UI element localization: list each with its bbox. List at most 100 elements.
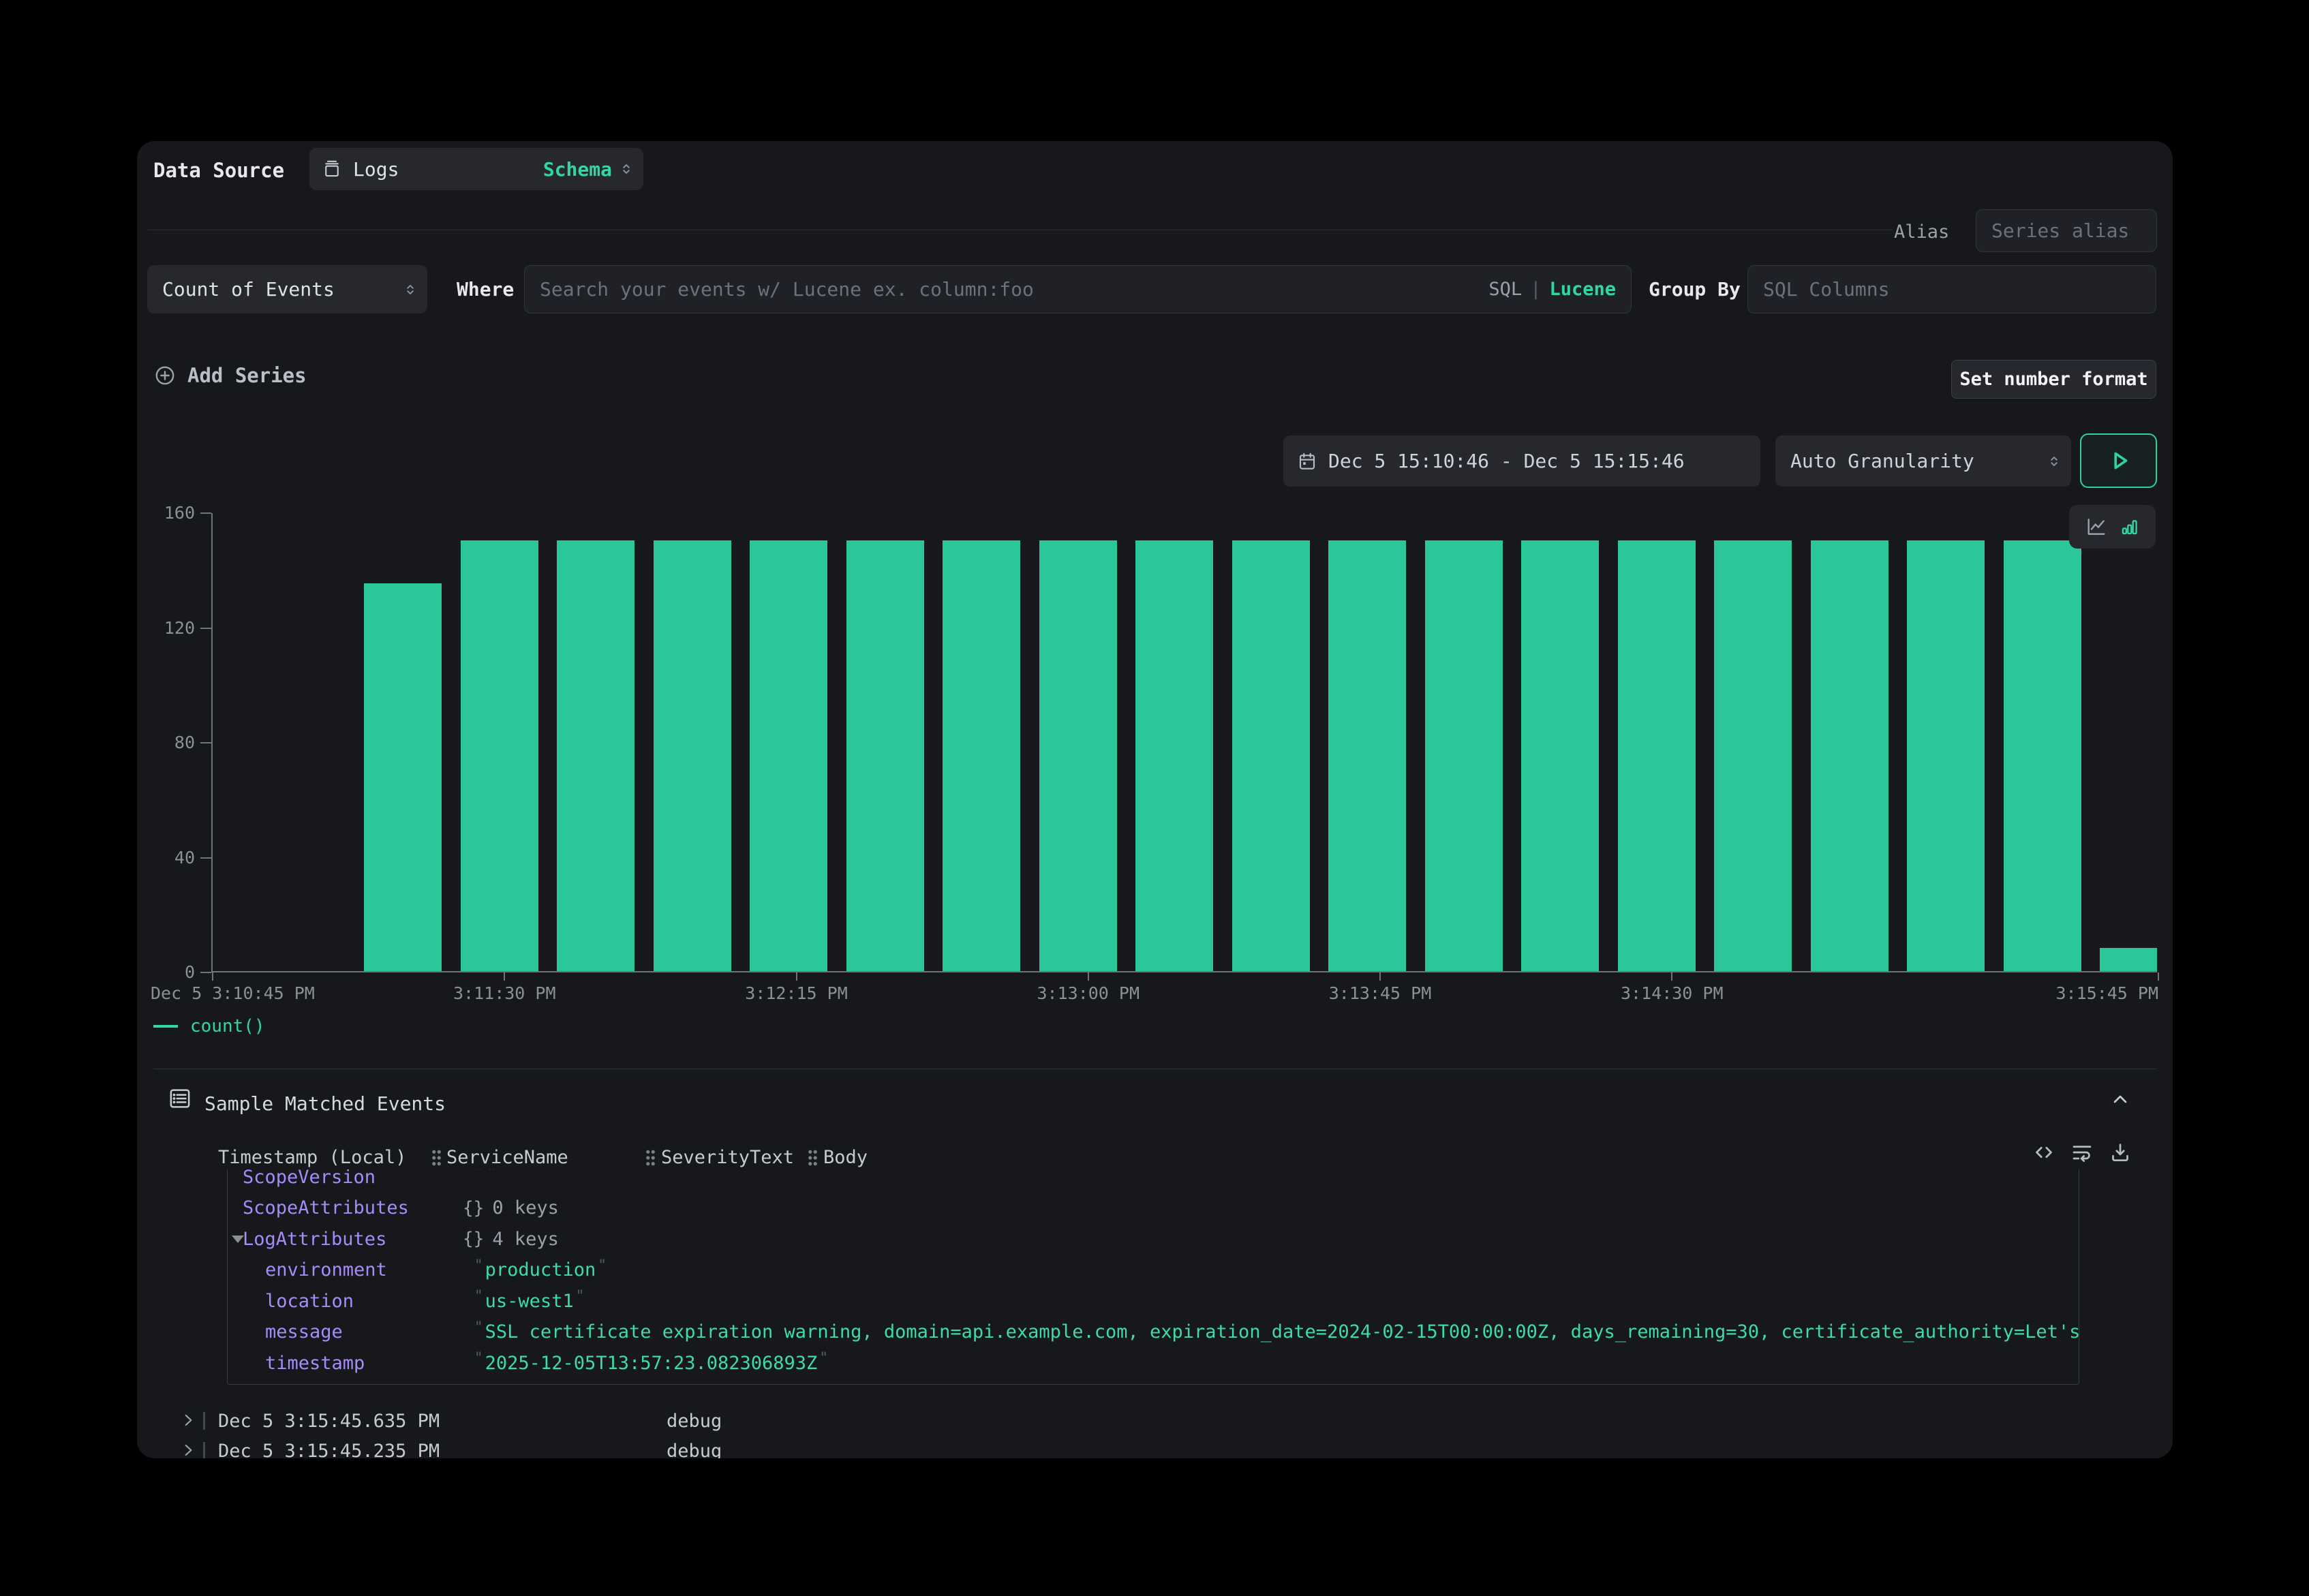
event-field-row[interactable]: message"SSL certificate expiration warni… <box>228 1317 2079 1348</box>
data-source-value: Logs <box>353 158 399 181</box>
time-range-picker[interactable]: Dec 5 15:10:46 - Dec 5 15:15:46 <box>1283 435 1760 487</box>
chart-bar[interactable] <box>943 540 1020 971</box>
bars-container <box>213 513 2157 971</box>
x-tick-mark <box>2158 972 2159 981</box>
column-header-body[interactable]: Body <box>823 1147 868 1168</box>
keys-count: 0 keys <box>492 1197 559 1218</box>
column-drag-handle-icon[interactable] <box>431 1149 442 1167</box>
chevron-updown-icon <box>401 281 419 298</box>
chart-bar[interactable] <box>2100 948 2157 971</box>
run-query-button[interactable] <box>2080 433 2157 488</box>
chart-bar[interactable] <box>2004 540 2081 971</box>
chart-bar[interactable] <box>1618 540 1696 971</box>
chart-bar[interactable] <box>1521 540 1599 971</box>
search-input[interactable] <box>525 266 1631 313</box>
event-field-row[interactable]: ScopeAttributes{}0 keys <box>228 1193 2079 1224</box>
chevron-right-icon[interactable] <box>179 1411 197 1429</box>
add-series-label: Add Series <box>187 364 307 387</box>
set-number-format-button[interactable]: Set number format <box>1951 360 2156 399</box>
x-tick-label: 3:13:45 PM <box>1329 983 1432 1003</box>
chart-bar[interactable] <box>1811 540 1889 971</box>
column-header-severitytext[interactable]: SeverityText <box>661 1147 794 1168</box>
chart-bar[interactable] <box>1714 540 1792 971</box>
event-row[interactable]: Dec 5 3:15:45.235 PMdebug <box>137 1436 2173 1458</box>
chart-type-toggle <box>2069 505 2156 549</box>
severity-indicator-bar <box>203 1442 205 1458</box>
column-drag-handle-icon[interactable] <box>645 1149 656 1167</box>
x-tick-label: 3:13:00 PM <box>1037 983 1140 1003</box>
y-tick-label: 160 <box>137 502 195 524</box>
x-tick-label: 3:14:30 PM <box>1621 983 1724 1003</box>
group-by-input-box <box>1747 265 2156 313</box>
line-chart-icon[interactable] <box>2085 515 2108 538</box>
chart-legend[interactable]: count() <box>153 1016 265 1037</box>
aggregation-select[interactable]: Count of Events <box>147 265 427 313</box>
download-icon[interactable] <box>2108 1140 2132 1165</box>
y-tick-mark <box>200 628 211 629</box>
query-language-toggle[interactable]: SQL | Lucene <box>1488 266 1616 313</box>
chart-bar[interactable] <box>846 540 924 971</box>
collapse-section-button[interactable] <box>2109 1088 2131 1113</box>
code-icon[interactable] <box>2032 1140 2056 1165</box>
chart-bar[interactable] <box>1135 540 1213 971</box>
event-timestamp: Dec 5 3:15:45.635 PM <box>218 1411 440 1432</box>
x-tick-mark <box>1379 972 1381 981</box>
chart-bar[interactable] <box>1328 540 1406 971</box>
chart-bar[interactable] <box>1232 540 1310 971</box>
database-icon <box>322 159 342 179</box>
schema-toggle[interactable]: Schema <box>543 158 612 181</box>
data-source-label: Data Source <box>153 159 284 182</box>
field-value: "production" <box>474 1259 607 1280</box>
chart-bar[interactable] <box>1425 540 1503 971</box>
wrap-text-icon[interactable] <box>2070 1140 2094 1165</box>
sql-option[interactable]: SQL <box>1488 279 1522 300</box>
event-row[interactable]: Dec 5 3:15:45.635 PM debug <box>137 1406 2173 1436</box>
event-field-row[interactable]: timestamp"2025-12-05T13:57:23.082306893Z… <box>228 1347 2079 1379</box>
column-header-servicename[interactable]: ServiceName <box>446 1147 568 1168</box>
y-tick-mark <box>200 742 211 743</box>
field-key: message <box>265 1321 343 1342</box>
chevron-right-icon[interactable] <box>179 1441 197 1458</box>
chart-bar[interactable] <box>1907 540 1985 971</box>
chart-bar[interactable] <box>557 540 634 971</box>
x-tick-mark <box>796 972 797 981</box>
legend-label: count() <box>190 1016 265 1037</box>
event-field-row[interactable]: location"us-west1" <box>228 1285 2079 1317</box>
chart-bar[interactable] <box>461 540 538 971</box>
where-label: Where <box>457 278 514 301</box>
x-tick-mark <box>504 972 505 981</box>
events-table-toolbar <box>2032 1140 2132 1165</box>
language-separator: | <box>1530 279 1541 300</box>
chart-bar[interactable] <box>654 540 731 971</box>
braces-icon: {} <box>463 1229 484 1249</box>
event-field-row[interactable]: environment "production" <box>228 1255 2079 1286</box>
time-range-value: Dec 5 15:10:46 - Dec 5 15:15:46 <box>1328 450 1685 472</box>
add-series-button[interactable]: Add Series <box>153 360 307 390</box>
field-key: environment <box>265 1259 387 1280</box>
chart-bar[interactable] <box>364 583 442 971</box>
calendar-icon <box>1297 451 1317 472</box>
data-source-select[interactable]: Logs Schema <box>309 148 643 190</box>
column-drag-handle-icon[interactable] <box>808 1149 818 1167</box>
x-tick-mark <box>1671 972 1672 981</box>
x-tick-label: Dec 5 3:10:45 PM <box>151 983 315 1003</box>
field-key: timestamp <box>265 1353 365 1374</box>
bar-chart-icon[interactable] <box>2119 517 2140 538</box>
x-tick-mark <box>212 972 213 981</box>
alias-input[interactable] <box>1976 210 2156 251</box>
lucene-option[interactable]: Lucene <box>1549 279 1616 300</box>
chart-bar[interactable] <box>1039 540 1117 971</box>
app-background: Data Source Logs Schema Alias Count of E… <box>0 0 2309 1596</box>
event-field-row[interactable]: ScopeVersion"" <box>228 1169 2079 1193</box>
event-field-row[interactable]: LogAttributes{}4 keys <box>228 1223 2079 1255</box>
event-severity: debug <box>667 1411 722 1432</box>
chart-bar[interactable] <box>750 540 827 971</box>
search-input-box: SQL | Lucene <box>524 265 1632 313</box>
granularity-select[interactable]: Auto Granularity <box>1775 435 2071 487</box>
group-by-input[interactable] <box>1748 266 2156 313</box>
chart-plot-area: 04080120160Dec 5 3:10:45 PM3:11:30 PM3:1… <box>211 513 2157 972</box>
event-severity: debug <box>667 1441 722 1458</box>
y-tick-label: 80 <box>137 732 195 754</box>
field-value-text: 2025-12-05T13:57:23.082306893Z <box>485 1353 818 1374</box>
column-header-timestamp-local-[interactable]: Timestamp (Local) <box>218 1147 406 1168</box>
